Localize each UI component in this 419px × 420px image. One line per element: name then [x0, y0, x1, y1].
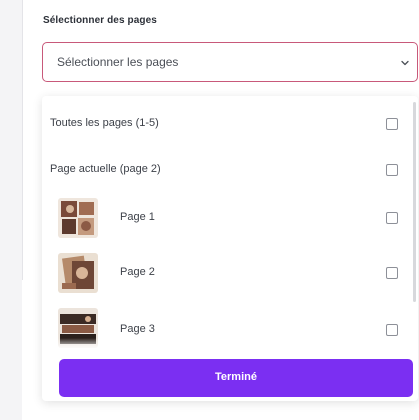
page-thumbnail: [58, 253, 98, 293]
page-item-3-checkbox[interactable]: [386, 324, 398, 336]
left-gutter: [0, 0, 22, 420]
page-select-value: Sélectionner les pages: [57, 55, 179, 69]
option-current-page[interactable]: Page actuelle (page 2): [42, 160, 418, 180]
page-thumbnail: [58, 198, 98, 238]
done-button-label: Terminé: [215, 371, 257, 383]
option-current-page-checkbox[interactable]: [386, 164, 398, 176]
page-item-2-label: Page 2: [120, 266, 155, 278]
page-item-2[interactable]: Page 2: [42, 251, 418, 295]
option-all-pages[interactable]: Toutes les pages (1-5): [42, 114, 418, 134]
done-button[interactable]: Terminé: [59, 359, 413, 397]
gutter-divider: [22, 0, 23, 280]
page-item-1-checkbox[interactable]: [386, 212, 398, 224]
page-item-1[interactable]: Page 1: [42, 196, 418, 240]
page-select-dropdown: Toutes les pages (1-5) Page actuelle (pa…: [42, 96, 418, 401]
section-label: Sélectionner des pages: [43, 15, 157, 26]
page-item-2-checkbox[interactable]: [386, 267, 398, 279]
chevron-down-icon: [401, 60, 409, 66]
page-select[interactable]: Sélectionner les pages: [42, 42, 418, 82]
page-item-3-label: Page 3: [120, 323, 155, 335]
option-all-pages-label: Toutes les pages (1-5): [50, 117, 159, 129]
list-fade: [42, 338, 418, 350]
option-current-page-label: Page actuelle (page 2): [50, 163, 161, 175]
option-all-pages-checkbox[interactable]: [386, 118, 398, 130]
page-item-1-label: Page 1: [120, 211, 155, 223]
